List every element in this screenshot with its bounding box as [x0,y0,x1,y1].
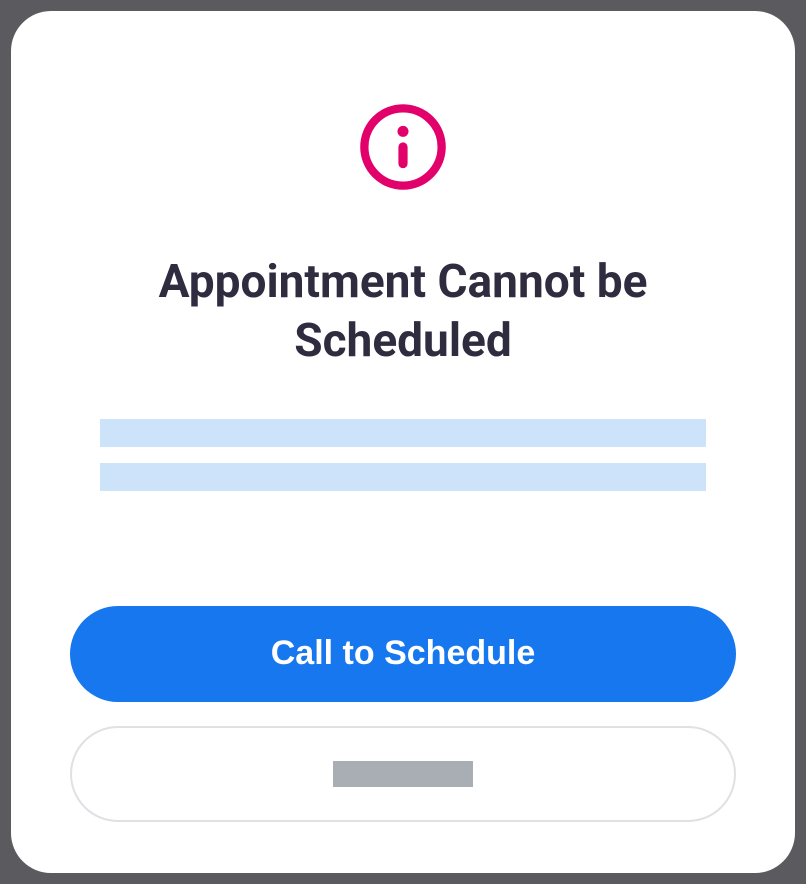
placeholder-line [100,463,706,491]
call-to-schedule-button[interactable]: Call to Schedule [70,606,736,702]
dialog-card: Appointment Cannot be Scheduled Call to … [11,11,795,873]
dialog-description-placeholder [100,419,706,491]
icon-container [357,101,449,197]
info-icon [357,101,449,197]
secondary-button-placeholder [333,761,473,787]
secondary-button[interactable] [70,726,736,822]
placeholder-line [100,419,706,447]
dialog-title: Appointment Cannot be Scheduled [103,253,703,371]
